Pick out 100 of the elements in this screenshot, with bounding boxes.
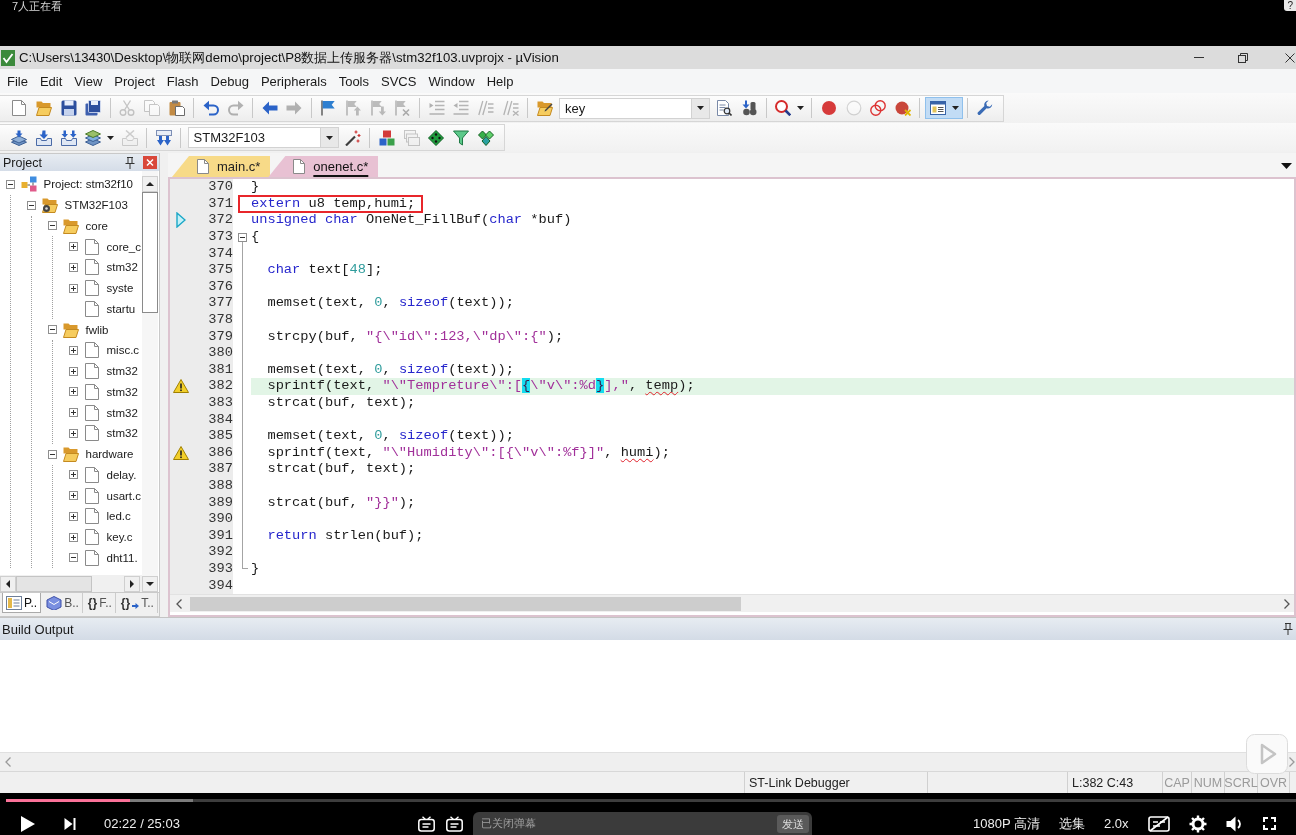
diamond-icon[interactable] — [428, 129, 445, 146]
tree-item[interactable]: hardware — [85, 448, 134, 461]
panel-tab[interactable]: B.. — [43, 593, 83, 613]
tree-item[interactable]: stm32 — [106, 385, 138, 398]
clipboard-icon[interactable] — [168, 100, 185, 116]
wrench-icon[interactable] — [976, 100, 993, 116]
flag-icon[interactable] — [320, 100, 337, 116]
expand-icon[interactable] — [68, 283, 78, 293]
tree-item[interactable]: key.c — [106, 531, 133, 544]
caret-icon[interactable] — [325, 135, 333, 140]
tree-item[interactable]: fwlib — [85, 323, 109, 336]
collapse-icon[interactable] — [5, 179, 15, 189]
up-arrow-icon[interactable] — [146, 182, 154, 186]
menu-item[interactable]: Project — [108, 73, 161, 89]
dropdown-field[interactable]: STM32F103 — [187, 127, 339, 148]
undo-icon[interactable] — [202, 100, 219, 116]
tree-item[interactable]: core_c — [106, 240, 142, 253]
tree-item[interactable]: syste — [106, 282, 134, 295]
tray-arrow-icon[interactable] — [36, 129, 53, 146]
blocks-icon[interactable] — [378, 129, 395, 146]
collapse-icon[interactable] — [68, 553, 78, 563]
expand-icon[interactable] — [68, 428, 78, 438]
scrollbar-thumb[interactable] — [16, 575, 92, 592]
help-button[interactable]: ? — [1284, 0, 1296, 11]
binoculars-icon[interactable] — [741, 100, 758, 116]
collapse-icon[interactable] — [237, 232, 247, 242]
expand-icon[interactable] — [68, 532, 78, 542]
expand-icon[interactable] — [68, 387, 78, 397]
dropdown-button[interactable] — [691, 98, 709, 118]
caret-icon[interactable] — [697, 106, 704, 110]
menu-item[interactable]: File — [1, 73, 34, 89]
folder-icon[interactable] — [36, 100, 53, 116]
page-icon[interactable] — [11, 100, 28, 116]
menu-item[interactable]: View — [68, 73, 109, 89]
gems-icon[interactable] — [477, 129, 494, 146]
tree-item[interactable]: delay. — [106, 468, 137, 481]
progress-track[interactable] — [6, 799, 1296, 802]
menu-item[interactable]: Debug — [204, 73, 255, 89]
tree-item[interactable]: stm32 — [106, 261, 138, 274]
window-icon[interactable] — [929, 100, 946, 116]
menu-item[interactable]: Edit — [33, 73, 69, 89]
settings-icon[interactable] — [1188, 814, 1207, 833]
layers-arrow-icon[interactable] — [11, 129, 28, 146]
expand-icon[interactable] — [68, 242, 78, 252]
caret-icon[interactable] — [951, 106, 959, 110]
panel-tab[interactable]: {} T.. — [117, 593, 158, 613]
expand-icon[interactable] — [68, 511, 78, 521]
tree-item[interactable]: stm32 — [106, 427, 138, 440]
scrollbar-thumb[interactable] — [142, 192, 158, 313]
quality-button[interactable]: 1080P 高清 — [973, 814, 1040, 833]
caret-icon[interactable] — [107, 135, 115, 140]
rings-icon[interactable] — [870, 100, 887, 116]
scroll-button[interactable] — [124, 575, 140, 592]
dot-cross-icon[interactable] — [894, 100, 911, 116]
layers-icon[interactable] — [85, 129, 102, 146]
scrollbar-track[interactable] — [142, 171, 158, 592]
scrollbar-track[interactable] — [170, 594, 1294, 612]
dot-icon[interactable] — [820, 100, 837, 116]
tv-icon[interactable] — [446, 815, 463, 832]
speed-button[interactable]: 2.0x — [1103, 816, 1129, 831]
collapse-icon[interactable] — [26, 200, 36, 210]
dropdown-button[interactable] — [319, 128, 338, 147]
close-icon[interactable] — [1285, 52, 1295, 63]
panel-tab[interactable]: {} F.. — [84, 593, 116, 613]
tree-item[interactable]: usart.c — [106, 489, 141, 502]
menu-item[interactable]: Help — [480, 73, 520, 89]
floppy-disks-icon[interactable] — [85, 100, 102, 116]
tree-item[interactable]: dht11. — [106, 551, 138, 564]
scroll-button[interactable] — [142, 576, 158, 592]
expand-icon[interactable] — [68, 366, 78, 376]
left-arrow-icon[interactable] — [6, 579, 10, 588]
collapse-icon[interactable] — [47, 221, 57, 231]
left-chevron-icon[interactable] — [176, 598, 182, 609]
down-arrow-icon[interactable] — [146, 582, 154, 586]
right-arrow-icon[interactable] — [130, 579, 134, 588]
pin-icon[interactable] — [1283, 623, 1293, 635]
tree-item[interactable]: misc.c — [106, 344, 140, 357]
caret-icon[interactable] — [1281, 163, 1292, 169]
menu-item[interactable]: Flash — [160, 73, 205, 89]
subtitles-off-icon[interactable] — [1147, 815, 1170, 832]
magic-wand-icon[interactable] — [344, 129, 361, 146]
scroll-button[interactable] — [0, 575, 16, 592]
scroll-button[interactable] — [142, 176, 158, 192]
scrollbar-thumb[interactable] — [190, 596, 741, 611]
highlighted-button[interactable] — [924, 97, 963, 119]
menu-item[interactable]: SVCS — [375, 73, 423, 89]
tree-item[interactable]: led.c — [106, 510, 131, 523]
tree-item[interactable]: core — [85, 219, 108, 232]
panel-tab[interactable]: P.. — [2, 593, 42, 613]
send-button[interactable]: 发送 — [777, 814, 809, 833]
dropdown-field[interactable]: key — [559, 97, 710, 119]
menu-item[interactable]: Window — [422, 73, 481, 89]
volume-icon[interactable] — [1225, 815, 1244, 832]
collapse-icon[interactable] — [47, 449, 57, 459]
file-tab[interactable]: main.c* — [172, 156, 271, 177]
menu-item[interactable]: Tools — [332, 73, 375, 89]
tree-item[interactable]: Project: stm32f10 — [43, 178, 133, 191]
danmaku-field[interactable]: 已关闭弹幕 发送 — [473, 812, 812, 835]
folder-pencil-icon[interactable] — [536, 100, 553, 116]
fullscreen-icon[interactable] — [1262, 817, 1276, 830]
